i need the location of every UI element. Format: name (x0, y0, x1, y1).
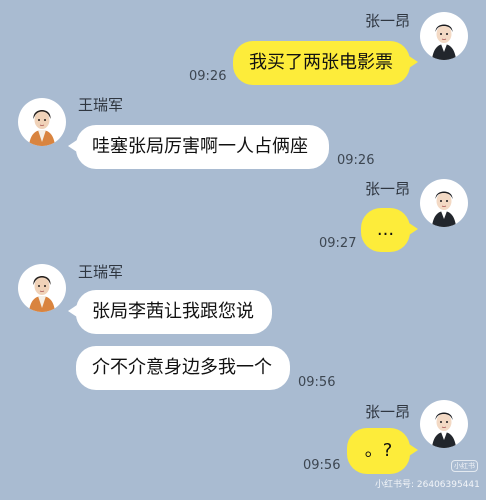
message-bubble[interactable]: 哇塞张局厉害啊一人占俩座 (76, 125, 329, 169)
man-in-orange-jacket-avatar-icon (29, 110, 55, 146)
bubble-tail (409, 56, 418, 68)
bubble-tail (409, 223, 418, 235)
message-time: 09:27 (319, 236, 357, 251)
avatar-wang[interactable] (18, 98, 66, 146)
message-bubble[interactable]: 。? (347, 428, 410, 474)
bubble-tail (68, 305, 77, 317)
avatar-wang[interactable] (18, 264, 66, 312)
sender-name-zhang: 张一昂 (364, 12, 410, 30)
message-time: 09:56 (298, 375, 336, 390)
watermark-badge: 小红书 (451, 460, 478, 472)
message-text: 哇塞张局厉害啊一人占俩座 (92, 136, 308, 157)
sender-name-zhang: 张一昂 (364, 180, 410, 198)
message-time: 09:26 (189, 69, 227, 84)
bubble-tail (68, 140, 77, 152)
man-in-orange-jacket-avatar-icon (29, 276, 55, 312)
avatar-zhang[interactable] (420, 179, 468, 227)
message-time: 09:56 (303, 458, 341, 473)
sender-name-wang: 王瑞军 (78, 263, 124, 281)
message-text: ... (376, 219, 395, 240)
man-in-suit-avatar-icon (432, 191, 456, 227)
message-text: 介不介意身边多我一个 (92, 357, 272, 378)
sender-name-wang: 王瑞军 (78, 96, 124, 114)
message-time: 09:26 (337, 153, 375, 168)
message-bubble[interactable]: 介不介意身边多我一个 (76, 346, 290, 390)
message-bubble[interactable]: 张局李茜让我跟您说 (76, 290, 272, 334)
message-text: 我买了两张电影票 (249, 52, 393, 73)
bubble-tail (409, 444, 418, 456)
message-text: 。? (364, 440, 393, 461)
message-text: 张局李茜让我跟您说 (92, 301, 254, 322)
sender-name-zhang: 张一昂 (364, 403, 410, 421)
man-in-suit-avatar-icon (432, 24, 456, 60)
avatar-zhang[interactable] (420, 400, 468, 448)
man-in-suit-avatar-icon (432, 412, 456, 448)
avatar-zhang[interactable] (420, 12, 468, 60)
message-bubble[interactable]: ... (361, 208, 410, 252)
message-bubble[interactable]: 我买了两张电影票 (233, 41, 410, 85)
watermark-text: 小红书号: 26406395441 (375, 480, 480, 490)
